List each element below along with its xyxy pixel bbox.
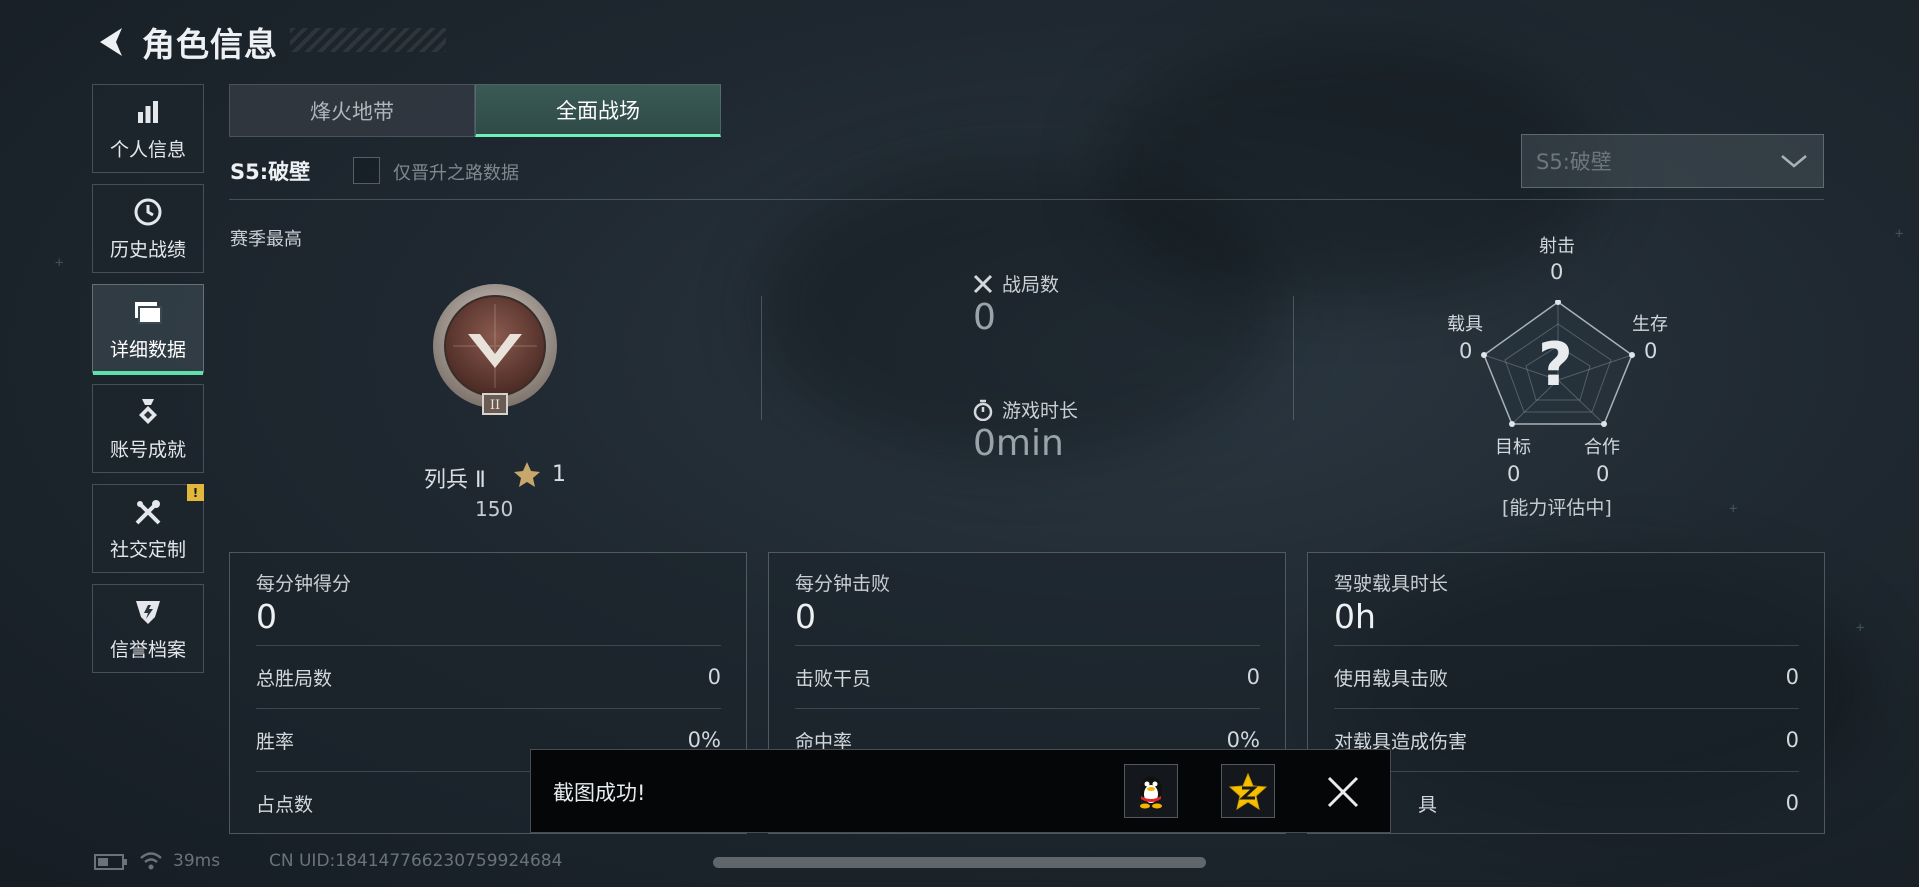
toast-message: 截图成功! xyxy=(553,781,646,805)
matches-value: 0 xyxy=(973,297,996,338)
stat-label: 使用载具击败 xyxy=(1334,667,1449,690)
sidebar-item-achievements[interactable]: 账号成就 xyxy=(92,384,204,473)
share-qq-button[interactable] xyxy=(1124,764,1178,818)
stat-row: 对载具造成伤害 0 xyxy=(1334,708,1799,771)
star-icon xyxy=(514,462,540,487)
header: 角色信息 xyxy=(92,18,278,66)
radar-axis-value: 0 xyxy=(1644,339,1658,363)
rank-name: 列兵 Ⅱ xyxy=(424,468,486,493)
season-select[interactable]: S5:破壁 xyxy=(1521,134,1824,188)
radar-axis-label: 生存 xyxy=(1632,314,1668,335)
battery-icon xyxy=(94,854,127,870)
close-icon xyxy=(1327,776,1359,808)
playtime-value: 0min xyxy=(973,423,1064,464)
sidebar-item-history[interactable]: 历史战绩 xyxy=(92,184,204,273)
tab-extraction-zone[interactable]: 烽火地带 xyxy=(229,84,475,137)
qq-penguin-icon xyxy=(1140,776,1162,809)
sidebar-item-label: 详细数据 xyxy=(109,339,186,361)
promotion-filter-checkbox[interactable] xyxy=(353,157,380,184)
radar-axis-label: 载具 xyxy=(1447,314,1483,335)
wifi-icon xyxy=(140,852,162,870)
stat-label: 总胜局数 xyxy=(256,667,333,690)
star-count: 1 xyxy=(552,462,566,487)
radar-axis-label: 射击 xyxy=(1539,236,1575,257)
radar-axis-label: 合作 xyxy=(1584,437,1620,458)
sidebar-item-social-custom[interactable]: ! 社交定制 xyxy=(92,484,204,573)
divider xyxy=(1293,296,1294,420)
matches-heading: 战局数 xyxy=(972,270,1059,297)
stat-row: 击败干员 0 xyxy=(795,645,1260,708)
stat-label: 占点数 xyxy=(256,793,314,816)
card-title: 驾驶载具时长 xyxy=(1334,573,1449,595)
season-select-value: S5:破壁 xyxy=(1536,150,1612,174)
stat-value: 0 xyxy=(707,665,721,689)
stat-row: 具 0 xyxy=(1334,771,1799,834)
notification-badge: ! xyxy=(187,484,204,501)
stat-label: 击败干员 xyxy=(795,667,872,690)
card-title: 每分钟击败 xyxy=(795,573,891,595)
title-decoration xyxy=(290,28,446,52)
matches-label: 战局数 xyxy=(1002,274,1060,296)
share-qzone-button[interactable] xyxy=(1221,764,1275,818)
page-title: 角色信息 xyxy=(142,25,278,64)
sidebar-item-credit-file[interactable]: 信誉档案 xyxy=(92,584,204,673)
stat-value: 0 xyxy=(1785,791,1799,815)
radar-axis-label: 目标 xyxy=(1495,437,1531,458)
toast-close-button[interactable] xyxy=(1321,770,1365,814)
radar-status: [能力评估中] xyxy=(1502,497,1612,519)
crossed-swords-icon xyxy=(973,274,993,293)
home-indicator-bar[interactable] xyxy=(713,857,1206,868)
radar-axis-value: 0 xyxy=(1459,339,1473,363)
season-name: S5:破壁 xyxy=(230,160,311,184)
mode-tabs: 烽火地带 全面战场 xyxy=(229,84,721,137)
chevron-down-icon xyxy=(1781,155,1807,168)
playtime-label: 游戏时长 xyxy=(1002,400,1079,422)
shield-icon xyxy=(131,595,165,629)
bar-chart-icon xyxy=(131,95,165,129)
sidebar-item-label: 个人信息 xyxy=(109,139,186,161)
sidebar-item-label: 历史战绩 xyxy=(109,239,186,261)
back-arrow-icon[interactable] xyxy=(92,22,128,62)
radar-center-symbol: ? xyxy=(1538,330,1573,400)
sidebar-item-label: 社交定制 xyxy=(109,539,186,561)
sidebar-item-personal-info[interactable]: 个人信息 xyxy=(92,84,204,173)
tab-full-battlefield[interactable]: 全面战场 xyxy=(475,84,721,137)
network-ping: 39ms xyxy=(173,851,221,871)
sidebar-item-label: 账号成就 xyxy=(109,439,186,461)
radar-axis-value: 0 xyxy=(1596,462,1610,486)
screenshot-toast: 截图成功! xyxy=(530,749,1391,833)
stat-row: 使用载具击败 0 xyxy=(1334,645,1799,708)
card-value: 0 xyxy=(795,597,816,636)
folder-icon xyxy=(131,295,165,329)
season-best-label: 赛季最高 xyxy=(230,229,302,250)
rank-points: 150 xyxy=(475,497,514,521)
card-value: 0 xyxy=(256,597,277,636)
card-title: 每分钟得分 xyxy=(256,573,352,595)
divider xyxy=(761,296,762,420)
stat-value: 0 xyxy=(1785,728,1799,752)
user-uid: CN UID:1841477662307599246​84 xyxy=(269,851,563,871)
rank-badge-icon: II xyxy=(430,282,560,416)
radar-axis-value: 0 xyxy=(1507,462,1521,486)
medal-icon xyxy=(131,395,165,429)
svg-text:II: II xyxy=(490,398,500,413)
playtime-heading: 游戏时长 xyxy=(972,396,1078,423)
sidebar: 个人信息 历史战绩 详细数据 账号成就 ! 社交定制 信誉档案 xyxy=(92,84,204,684)
sidebar-item-detailed-data[interactable]: 详细数据 xyxy=(92,284,204,375)
divider xyxy=(229,199,1824,200)
tools-icon xyxy=(131,495,165,529)
radar-axis-value: 0 xyxy=(1550,260,1564,284)
promotion-filter-label[interactable]: 仅晋升之路数据 xyxy=(393,159,519,185)
stat-value: 0 xyxy=(1785,665,1799,689)
sidebar-item-label: 信誉档案 xyxy=(109,639,186,661)
clock-icon xyxy=(131,195,165,229)
stopwatch-icon xyxy=(973,399,993,421)
stat-row: 总胜局数 0 xyxy=(256,645,721,708)
qzone-star-icon xyxy=(1229,772,1267,810)
stat-value: 0 xyxy=(1246,665,1260,689)
stat-label: 胜率 xyxy=(256,730,295,753)
card-value: 0h xyxy=(1334,597,1376,636)
